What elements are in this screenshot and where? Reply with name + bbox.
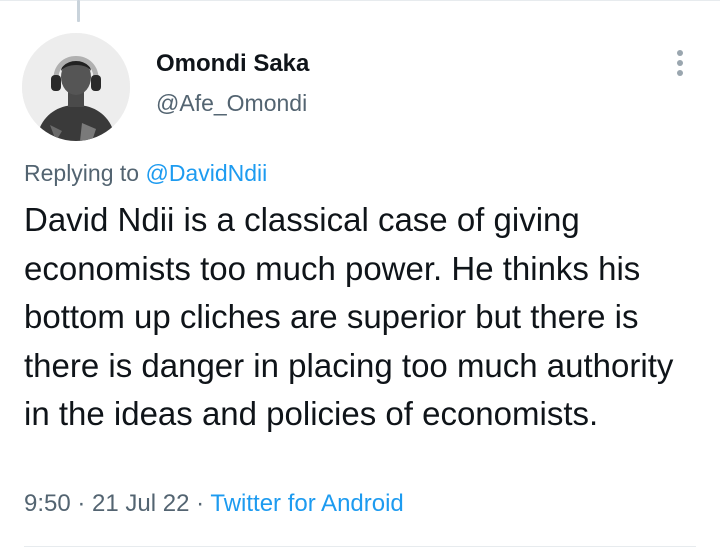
replying-prefix: Replying to bbox=[24, 160, 146, 186]
replying-to-line: Replying to @DavidNdii bbox=[24, 160, 267, 187]
tweet-text: David Ndii is a classical case of giving… bbox=[24, 201, 674, 432]
more-options-button[interactable] bbox=[668, 48, 692, 78]
more-vertical-icon bbox=[677, 50, 683, 76]
meta-separator: · bbox=[70, 490, 93, 517]
author-name[interactable]: Omondi Saka bbox=[156, 50, 309, 78]
profile-photo-icon bbox=[22, 33, 130, 141]
replying-to-mention[interactable]: @DavidNdii bbox=[145, 160, 267, 186]
tweet-source-link[interactable]: Twitter for Android bbox=[210, 490, 403, 517]
tweet-metadata: 9:50 · 21 Jul 22 · Twitter for Android bbox=[24, 490, 404, 518]
bottom-divider bbox=[24, 546, 696, 547]
avatar[interactable] bbox=[22, 33, 130, 141]
thread-connector-line bbox=[77, 0, 80, 22]
author-handle[interactable]: @Afe_Omondi bbox=[156, 90, 307, 117]
tweet-date[interactable]: 21 Jul 22 bbox=[92, 490, 189, 517]
top-divider bbox=[0, 0, 720, 1]
tweet-time[interactable]: 9:50 bbox=[24, 490, 71, 517]
meta-separator: · bbox=[189, 490, 211, 517]
